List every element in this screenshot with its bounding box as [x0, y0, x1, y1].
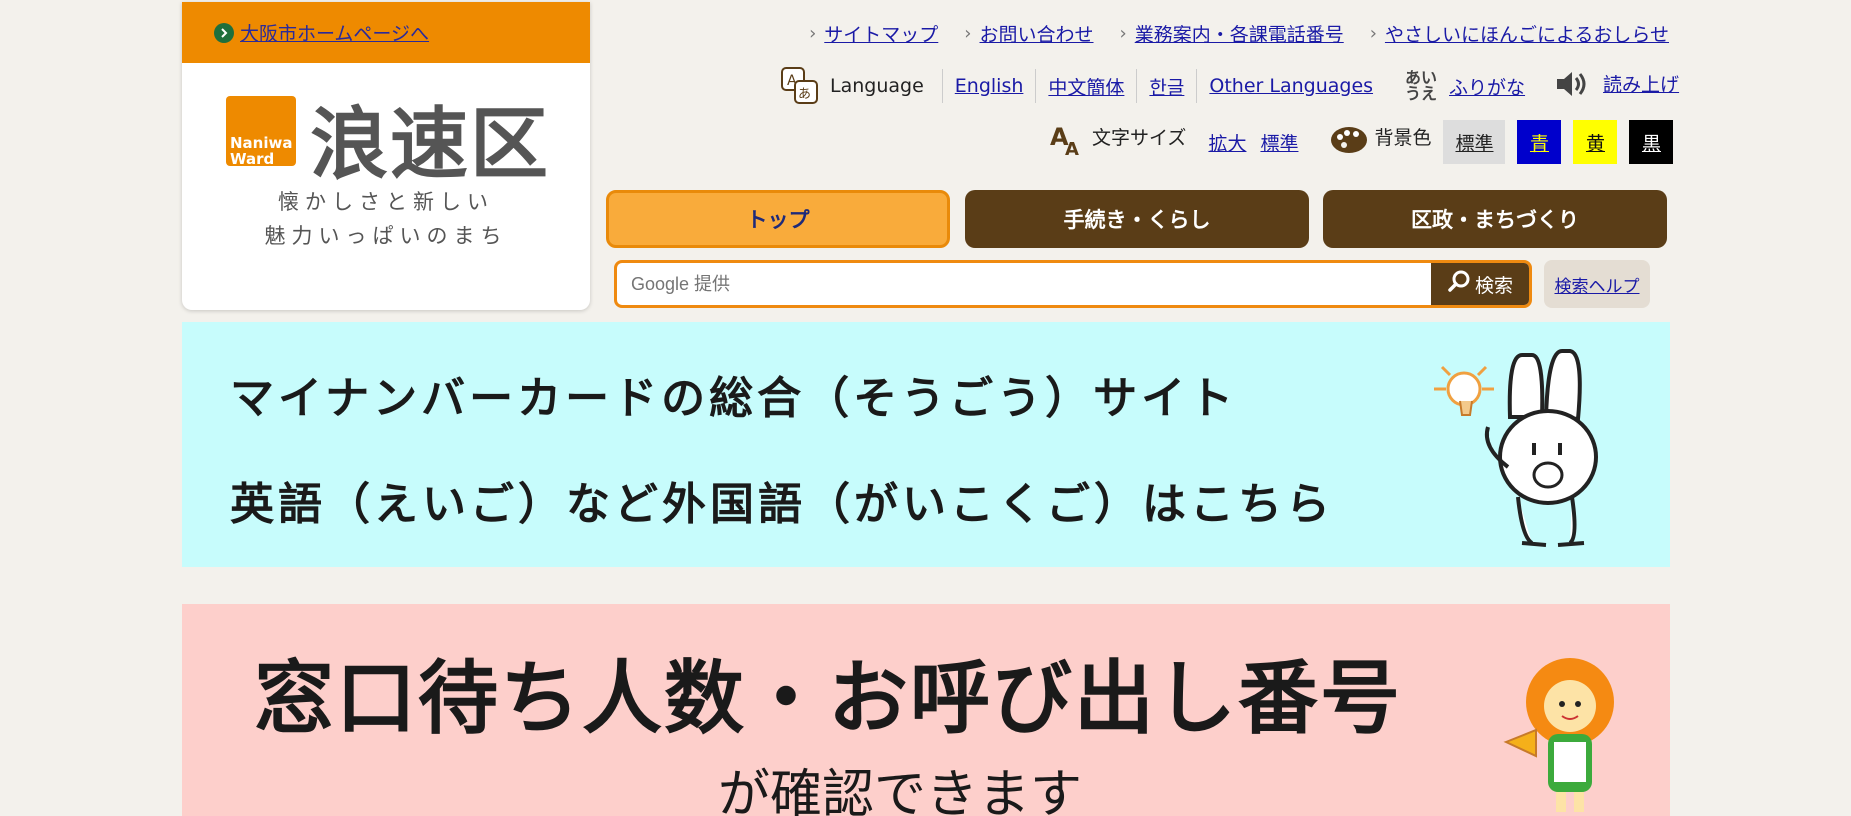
svg-text:あ: あ: [798, 87, 811, 102]
furigana-icon: あいうえ: [1405, 68, 1438, 103]
queue-banner-subtitle: が確認できます: [718, 765, 1083, 816]
lang-chinese-link[interactable]: 中文簡体: [1048, 73, 1124, 100]
contact-link[interactable]: お問い合わせ: [980, 20, 1094, 47]
chevron-right-icon: ›: [809, 23, 817, 44]
search-button-label: 検索: [1474, 275, 1513, 297]
text-standard-link[interactable]: 標準: [1260, 129, 1298, 156]
lang-english-link[interactable]: English: [955, 75, 1024, 97]
text-enlarge-link[interactable]: 拡大: [1208, 129, 1246, 156]
divider: [1035, 69, 1037, 103]
lang-other-link[interactable]: Other Languages: [1209, 75, 1373, 97]
divider: [1196, 69, 1198, 103]
util-link-easy-japanese[interactable]: › やさしいにほんごによるおしらせ: [1370, 20, 1669, 47]
easy-japanese-link[interactable]: やさしいにほんごによるおしらせ: [1385, 20, 1669, 47]
palette-icon: [1330, 125, 1368, 160]
sitemap-link[interactable]: サイトマップ: [824, 20, 938, 47]
chevron-right-icon: ›: [964, 23, 972, 44]
furigana-link[interactable]: ふりがな: [1449, 73, 1525, 100]
nav-top-button[interactable]: トップ: [606, 190, 950, 248]
search-input[interactable]: [617, 263, 1431, 305]
mynumber-banner-line-1: マイナンバーカードの総合（そうごう）サイト: [230, 373, 1238, 424]
read-aloud-link[interactable]: 読み上げ: [1603, 70, 1679, 97]
naniwa-logo-mark[interactable]: Naniwa Ward: [226, 96, 296, 167]
bg-color-label: 背景色: [1374, 126, 1432, 149]
util-link-contact[interactable]: › お問い合わせ: [964, 20, 1093, 47]
nav-ward-government-button[interactable]: 区政・まちづくり: [1323, 190, 1667, 248]
logo-card: 大阪市ホームページへ Naniwa Ward 浪速区 懐かしさと新しい 魅力いっ…: [182, 2, 590, 310]
lang-korean-link[interactable]: 한글: [1149, 73, 1184, 100]
search-button[interactable]: 検索: [1431, 263, 1529, 305]
queue-banner-title: 窓口待ち人数・お呼び出し番号: [254, 652, 1402, 745]
chevron-right-icon: [214, 22, 234, 43]
bg-blue-button[interactable]: 青: [1517, 120, 1562, 164]
search-box: 検索: [614, 260, 1532, 308]
queue-status-banner[interactable]: 窓口待ち人数・お呼び出し番号 が確認できます: [182, 604, 1670, 816]
divider: [941, 69, 943, 103]
bg-black-button[interactable]: 黒: [1629, 120, 1674, 164]
mynumber-banner-line-2: 英語（えいご）など外国語（がいこくご）はこちら: [230, 479, 1334, 530]
chevron-right-icon: ›: [1369, 23, 1377, 44]
bg-standard-button[interactable]: 標準: [1443, 120, 1506, 164]
mascot-character-icon: [1503, 658, 1614, 812]
speaker-icon: [1555, 69, 1589, 104]
osaka-city-link-bar: 大阪市ホームページへ: [182, 2, 590, 63]
slogan-line-1: 懐かしさと新しい: [278, 190, 494, 214]
nav-procedures-life-button[interactable]: 手続き・くらし: [965, 190, 1309, 248]
translate-icon: A あ: [780, 66, 820, 106]
osaka-city-link[interactable]: 大阪市ホームページへ: [240, 19, 429, 46]
divider: [1136, 69, 1138, 103]
mynumber-banner[interactable]: マイナンバーカードの総合（そうごう）サイト 英語（えいご）など外国語（がいこくご…: [182, 322, 1670, 567]
text-size-icon: A A: [1050, 123, 1084, 162]
departments-link[interactable]: 業務案内・各課電話番号: [1135, 20, 1344, 47]
util-link-sitemap[interactable]: › サイトマップ: [809, 20, 938, 47]
bg-yellow-button[interactable]: 黄: [1573, 120, 1618, 164]
language-label: Language: [830, 75, 924, 97]
rabbit-mascot-icon: [1434, 349, 1598, 547]
util-link-departments[interactable]: › 業務案内・各課電話番号: [1120, 20, 1344, 47]
language-row: A あ Language English 中文簡体 한글 Other Langu…: [780, 66, 1679, 106]
search-help-link[interactable]: 検索ヘルプ: [1544, 260, 1650, 308]
search-icon: [1447, 269, 1471, 299]
display-settings-row: A A 文字サイズ 拡大 標準 背景色 標準 青 黄 黒: [1050, 120, 1674, 164]
text-size-label: 文字サイズ: [1092, 126, 1187, 149]
slogan-line-2: 魅力いっぱいのまち: [264, 224, 508, 248]
ward-name-logo[interactable]: 浪速区: [310, 82, 550, 194]
svg-text:A: A: [1065, 139, 1079, 157]
chevron-right-icon: ›: [1119, 23, 1127, 44]
utility-links: › サイトマップ › お問い合わせ › 業務案内・各課電話番号 › やさしいにほ…: [809, 20, 1669, 47]
